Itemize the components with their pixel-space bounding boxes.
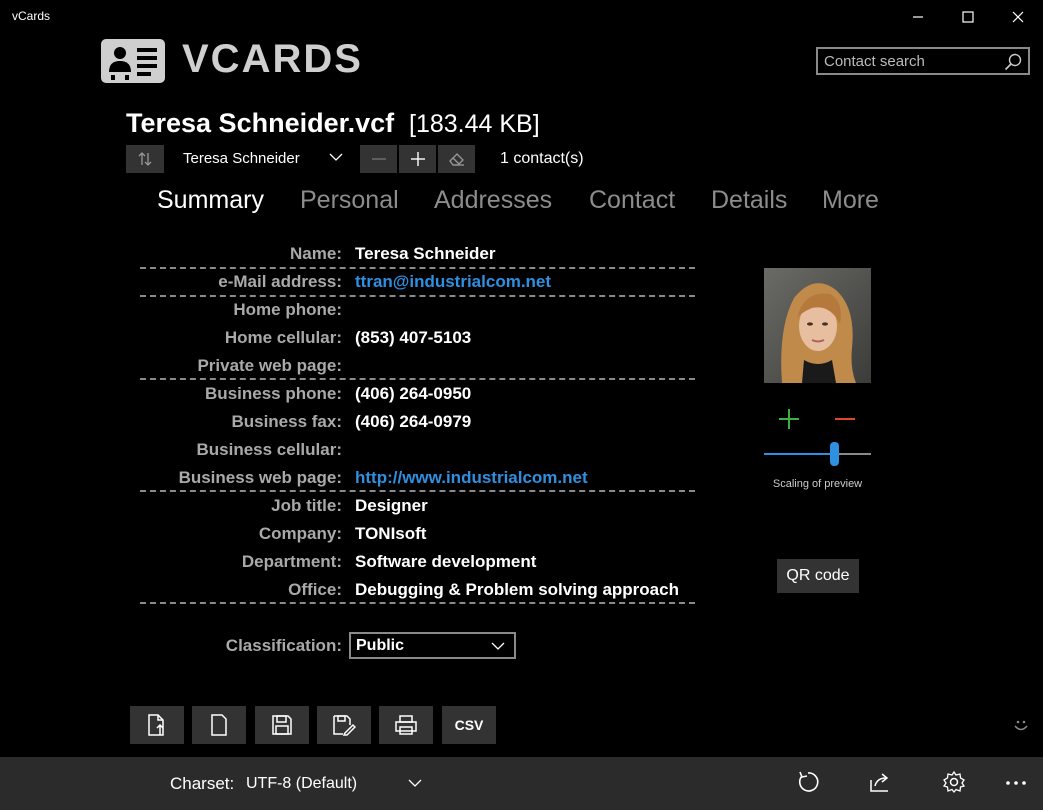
tab-contact[interactable]: Contact <box>589 186 675 215</box>
classification-value: Public <box>356 637 405 654</box>
sort-button[interactable] <box>126 145 164 173</box>
field-label-office: Office: <box>288 580 342 599</box>
field-label-home-phone: Home phone: <box>233 300 342 319</box>
save-icon <box>272 715 292 735</box>
scaling-caption: Scaling of preview <box>772 478 863 490</box>
field-label-private-web: Private web page: <box>197 356 342 375</box>
printer-icon <box>395 715 417 735</box>
charset-label: Charset: <box>170 774 235 793</box>
preview-scale-thumb[interactable] <box>830 442 839 466</box>
minimize-button[interactable] <box>893 0 943 34</box>
divider <box>140 490 695 492</box>
vcard-logo-icon <box>101 39 165 83</box>
field-value-home-cellular: (853) 407-5103 <box>355 328 472 347</box>
zoom-in-icon[interactable] <box>778 408 800 430</box>
settings-gear-icon[interactable] <box>942 770 966 794</box>
more-options-icon[interactable] <box>1005 780 1027 786</box>
save-button[interactable] <box>255 706 309 744</box>
field-label-job-title: Job title: <box>271 496 342 515</box>
tab-addresses[interactable]: Addresses <box>434 186 552 215</box>
plus-icon <box>410 152 425 166</box>
charset-dropdown[interactable]: UTF-8 (Default) <box>246 775 357 793</box>
divider <box>140 602 695 604</box>
contact-search-box[interactable] <box>816 47 1030 75</box>
field-label-email: e-Mail address: <box>218 272 342 291</box>
export-button[interactable] <box>130 706 184 744</box>
refresh-icon[interactable] <box>796 770 820 794</box>
tab-summary[interactable]: Summary <box>157 186 264 215</box>
field-label-business-phone: Business phone: <box>205 384 342 403</box>
field-value-department: Software development <box>355 552 537 571</box>
divider <box>140 378 695 380</box>
feedback-smiley-icon[interactable] <box>1012 716 1030 734</box>
file-size: [183.44 KB] <box>409 110 540 138</box>
field-value-business-fax: (406) 264-0979 <box>355 412 472 431</box>
chevron-down-icon <box>491 642 505 650</box>
field-value-name: Teresa Schneider <box>355 244 496 263</box>
field-value-company: TONIsoft <box>355 524 427 543</box>
field-label-name: Name: <box>290 244 342 263</box>
share-icon[interactable] <box>868 770 892 794</box>
qr-code-button[interactable]: QR code <box>777 559 859 593</box>
app-logo-text: VCARDS <box>182 37 363 81</box>
chevron-down-icon[interactable] <box>408 777 422 789</box>
minus-icon <box>371 158 386 160</box>
save-as-edit-icon <box>333 715 356 736</box>
sort-arrows-icon <box>138 152 152 166</box>
preview-scale-fill <box>764 453 834 455</box>
add-contact-button[interactable] <box>399 145 436 173</box>
contact-search-input[interactable] <box>824 51 994 71</box>
print-button[interactable] <box>379 706 433 744</box>
eraser-icon <box>448 153 464 166</box>
chevron-down-icon[interactable] <box>329 150 343 164</box>
divider <box>140 267 695 269</box>
field-label-business-cellular: Business cellular: <box>196 440 342 459</box>
field-label-department: Department: <box>241 552 342 571</box>
email-link[interactable]: ttran@industrialcom.net <box>355 272 551 292</box>
tab-personal[interactable]: Personal <box>300 186 399 215</box>
search-icon[interactable] <box>1004 53 1022 71</box>
save-as-button[interactable] <box>317 706 371 744</box>
classification-label: Classification: <box>225 636 342 655</box>
contact-count: 1 contact(s) <box>500 150 584 167</box>
new-document-icon <box>211 714 227 736</box>
tab-more[interactable]: More <box>822 186 879 215</box>
field-value-business-phone: (406) 264-0950 <box>355 384 472 403</box>
field-label-company: Company: <box>258 524 342 543</box>
file-export-icon <box>148 714 164 736</box>
field-value-job-title: Designer <box>355 496 428 515</box>
clear-contact-button[interactable] <box>438 145 475 173</box>
new-file-button[interactable] <box>192 706 246 744</box>
minimize-icon <box>913 16 923 18</box>
field-label-home-cellular: Home cellular: <box>224 328 342 347</box>
divider <box>140 295 695 297</box>
maximize-button[interactable] <box>943 0 993 34</box>
field-label-business-web: Business web page: <box>178 468 342 487</box>
contact-photo <box>764 268 871 383</box>
window-title: vCards <box>12 9 51 23</box>
close-icon <box>1012 11 1024 23</box>
remove-contact-button[interactable] <box>360 145 397 173</box>
csv-label: CSV <box>454 717 484 733</box>
field-label-business-fax: Business fax: <box>231 412 342 431</box>
field-value-office: Debugging & Problem solving approach <box>355 580 679 599</box>
close-button[interactable] <box>993 0 1043 34</box>
business-web-link[interactable]: http://www.industrialcom.net <box>355 468 588 488</box>
zoom-out-icon[interactable] <box>834 408 856 430</box>
csv-export-button[interactable]: CSV <box>442 706 496 744</box>
maximize-icon <box>962 11 974 23</box>
classification-dropdown[interactable]: Public <box>349 632 516 659</box>
file-name: Teresa Schneider.vcf <box>126 108 395 138</box>
tab-details[interactable]: Details <box>711 186 787 215</box>
contact-dropdown[interactable]: Teresa Schneider <box>183 150 300 167</box>
